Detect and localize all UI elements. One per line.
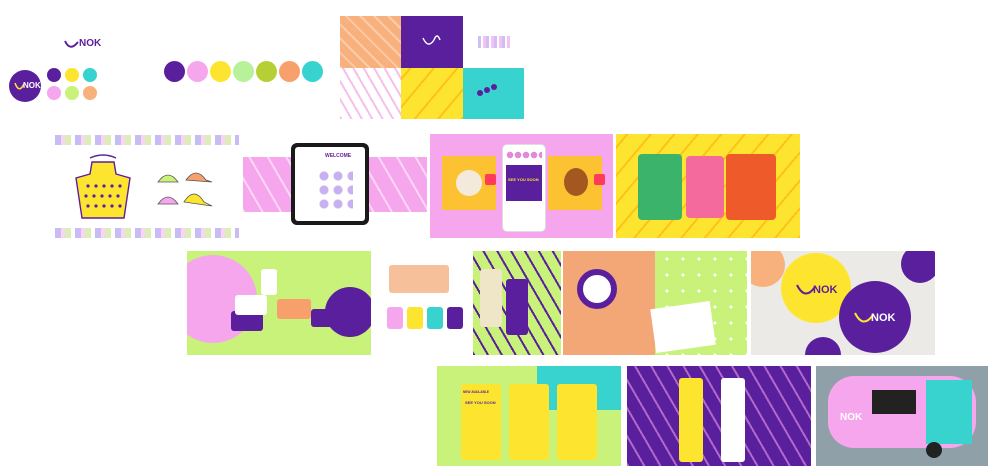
- card-pattern: [277, 299, 311, 319]
- tablet-icons: [317, 169, 353, 209]
- sticker-yellow-text: NOK: [813, 284, 838, 296]
- pattern-border-top: [55, 135, 239, 145]
- business-card-white: [235, 295, 267, 315]
- letterhead: [261, 269, 277, 295]
- paper-bag-yellow: [407, 307, 423, 329]
- truck-logo-text: NOK: [840, 412, 863, 423]
- swatch-teal: [302, 61, 323, 82]
- pattern-purple-logo: [401, 16, 463, 68]
- sticker-purple-bottom: [805, 337, 841, 355]
- phone-headline: SEE YOU SOON: [508, 177, 539, 182]
- paper-bag-teal: [427, 307, 443, 329]
- pattern-teal: [463, 68, 524, 119]
- rollup-banner-left: [679, 378, 703, 462]
- poster-2: [509, 384, 549, 460]
- cup-holder: [389, 265, 449, 293]
- sticker-purple-text: NOK: [871, 312, 896, 324]
- social-post-mockup: SEE YOU SOON: [430, 134, 613, 238]
- app-screens-mockup: [616, 134, 800, 238]
- swatch-mini-pink: [47, 86, 61, 100]
- swatch-purple: [164, 61, 185, 82]
- rollup-banner-right: [721, 378, 745, 462]
- sticker-roll: [577, 269, 617, 309]
- heart-icon-2: [594, 174, 605, 185]
- sticker-purple: NOK: [839, 281, 911, 353]
- swatch-mini-lime: [65, 86, 79, 100]
- sticker-purple-small: [901, 251, 935, 283]
- logo-small-text: NOK: [79, 38, 102, 49]
- swatch-mini-yellow: [65, 68, 79, 82]
- food-truck-mockup: NOK: [816, 366, 988, 466]
- pattern-border-bottom: [55, 228, 239, 238]
- paper-sheet: [650, 301, 716, 353]
- dessert-bowl-icon: [456, 170, 482, 196]
- tablet-device: WELCOME: [291, 143, 369, 225]
- app-screen-3: [726, 154, 776, 220]
- swatch-mint: [233, 61, 254, 82]
- truck-stripe: [926, 380, 972, 444]
- truck-wheel: [926, 442, 942, 458]
- paper-bag-purple: [447, 307, 463, 329]
- logo-small: NOK: [62, 34, 102, 54]
- rollup-banner-mockup: [627, 366, 811, 466]
- promo-posters-mockup: NEW AVAILABLE SEE YOU SOON: [437, 366, 621, 466]
- swatch-yellow: [210, 61, 231, 82]
- tablet-screen: WELCOME: [295, 147, 365, 221]
- tablet-headline: WELCOME: [325, 153, 352, 159]
- phone-feed-stories: [506, 151, 542, 159]
- sticker-roll-mockup: [563, 251, 747, 355]
- pattern-yellow: [401, 68, 463, 119]
- swatch-mini-teal: [83, 68, 97, 82]
- logo-badge: NOK: [9, 70, 41, 102]
- pattern-small-sample: [478, 36, 510, 48]
- heart-icon: [485, 174, 496, 185]
- phone-feed-post: [506, 165, 542, 201]
- swatch-orange: [279, 61, 300, 82]
- poster-1-headline: NEW AVAILABLE: [463, 390, 489, 394]
- logo-badge-text: NOK: [23, 81, 41, 90]
- swatch-mini-purple: [47, 68, 61, 82]
- poster-1: NEW AVAILABLE SEE YOU SOON: [461, 384, 501, 460]
- poster-3: [557, 384, 597, 460]
- pattern-white-zigzag: [340, 68, 401, 119]
- card-dark: [311, 309, 341, 327]
- app-screen-1: [638, 154, 682, 220]
- dessert-cup-icon: [564, 168, 588, 196]
- truck-window: [872, 390, 916, 414]
- drink-cup-clear: [480, 269, 502, 327]
- poster-1-sub: SEE YOU SOON: [465, 400, 496, 405]
- swatch-pink: [187, 61, 208, 82]
- caps-mockup: [156, 164, 216, 214]
- paper-bag-pink: [387, 307, 403, 329]
- app-screen-2: [686, 156, 724, 218]
- sticker-set-mockup: NOK NOK: [751, 251, 935, 355]
- pattern-peach: [340, 16, 401, 68]
- phone-feed: SEE YOU SOON: [502, 144, 546, 232]
- stationery-mockup: [187, 251, 371, 355]
- sticker-peach: [751, 251, 785, 287]
- swatch-olive: [256, 61, 277, 82]
- apron-mockup: [68, 152, 138, 222]
- packaging-mockup: [377, 251, 561, 355]
- swatch-mini-peach: [83, 86, 97, 100]
- drink-cup-purple: [506, 279, 528, 335]
